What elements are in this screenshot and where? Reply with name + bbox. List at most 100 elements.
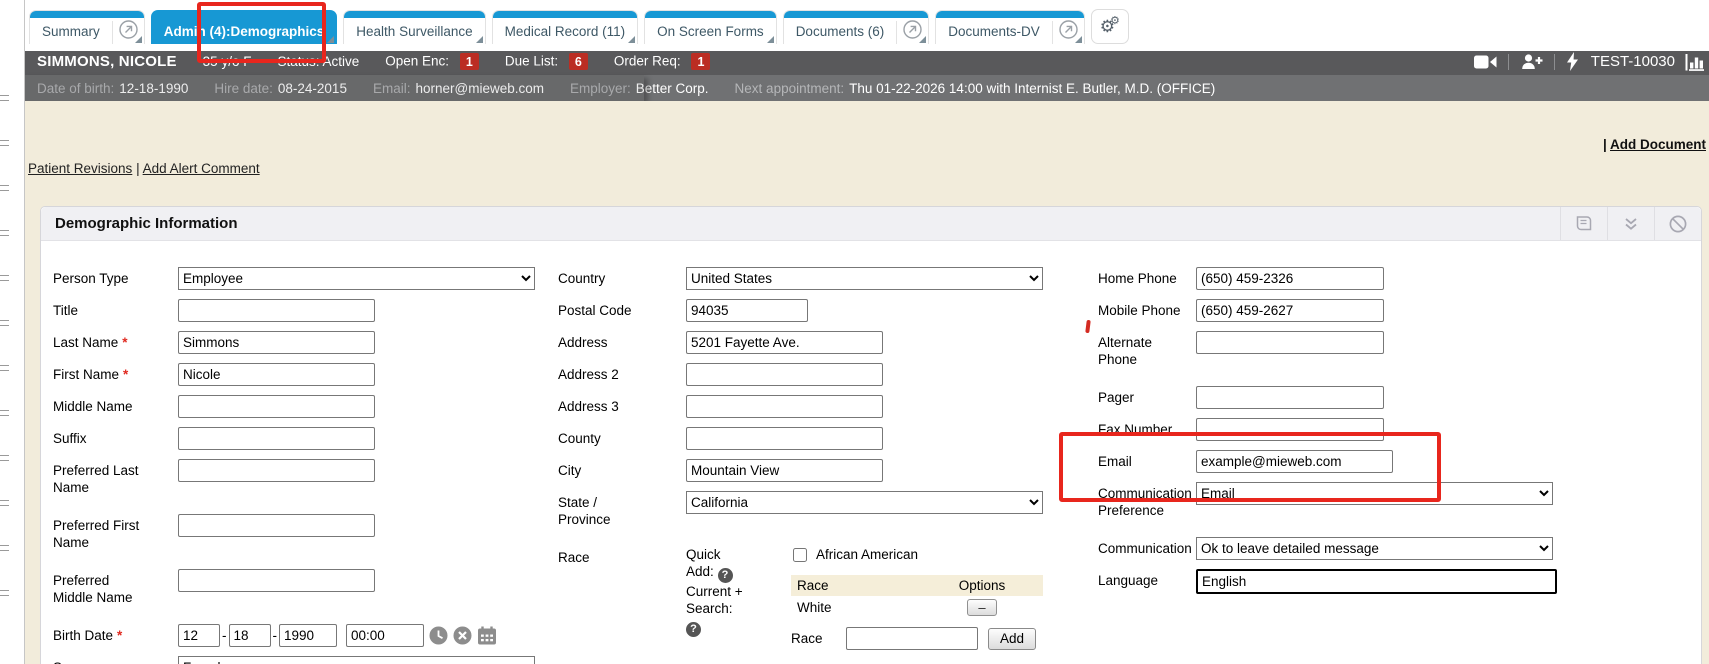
state-province-select[interactable]: California xyxy=(686,491,1043,514)
race-selection-area: African American Race Options White xyxy=(791,546,1053,650)
preferred-middle-name-input[interactable] xyxy=(178,569,375,592)
rail-tick xyxy=(0,230,9,236)
tab-documents-dv[interactable]: Documents-DV xyxy=(935,10,1085,44)
race-african-american-checkbox[interactable] xyxy=(793,548,807,562)
gear-icon-small: ⚙ xyxy=(1110,16,1120,27)
tab-summary[interactable]: Summary xyxy=(29,10,145,44)
print-book-icon[interactable] xyxy=(1560,207,1607,240)
order-req-indicator[interactable]: Order Req: 1 xyxy=(614,53,711,70)
next-appointment-value: Thu 01-22-2026 14:00 with Internist E. B… xyxy=(849,81,1215,96)
clear-date-icon[interactable] xyxy=(453,626,472,645)
race-checkbox-row: African American xyxy=(791,547,1053,562)
country-select[interactable]: United States xyxy=(686,267,1043,290)
language-input[interactable] xyxy=(1196,569,1557,594)
add-person-icon[interactable] xyxy=(1520,53,1543,70)
alternate-phone-input[interactable] xyxy=(1196,331,1384,354)
content-area: | Add Document Patient Revisions | Add A… xyxy=(24,101,1709,664)
race-cell: White xyxy=(791,596,921,619)
help-icon[interactable]: ? xyxy=(718,568,733,583)
first-name-input[interactable] xyxy=(178,363,375,386)
preferred-last-name-label: Preferred Last Name xyxy=(53,459,178,496)
tab-health-surveillance[interactable]: Health Surveillance xyxy=(343,10,485,44)
required-marker: * xyxy=(117,628,122,643)
patient-id: TEST-10030 xyxy=(1591,53,1675,70)
patient-revisions-link[interactable]: Patient Revisions xyxy=(28,161,132,176)
row-communication-preference: Communication Preference Email xyxy=(1098,482,1658,519)
birth-year-input[interactable] xyxy=(279,624,337,647)
rail-tick xyxy=(0,365,9,371)
city-input[interactable] xyxy=(686,459,883,482)
race-table-row: White – xyxy=(791,596,1043,619)
birth-time-input[interactable] xyxy=(346,624,424,647)
communication-preference-label: Communication Preference xyxy=(1098,482,1196,519)
row-preferred-middle-name: Preferred Middle Name xyxy=(53,569,558,606)
address2-input[interactable] xyxy=(686,363,883,386)
address3-input[interactable] xyxy=(686,395,883,418)
disable-panel-icon[interactable] xyxy=(1654,207,1701,240)
panel-title: Demographic Information xyxy=(41,215,238,232)
email-input[interactable] xyxy=(1196,450,1393,473)
communication-preference-select[interactable]: Email xyxy=(1196,482,1553,505)
time-picker-clock-icon[interactable] xyxy=(429,626,448,645)
video-camera-icon[interactable] xyxy=(1474,54,1497,70)
remove-race-button[interactable]: – xyxy=(967,599,997,616)
collapse-panel-icon[interactable] xyxy=(1607,207,1654,240)
mobile-phone-input[interactable] xyxy=(1196,299,1384,322)
tab-settings-button[interactable]: ⚙⚙ xyxy=(1091,9,1129,44)
title-input[interactable] xyxy=(178,299,375,322)
pager-input[interactable] xyxy=(1196,386,1384,409)
birth-date-label: Birth Date* xyxy=(53,624,178,644)
address-input[interactable] xyxy=(686,331,883,354)
fax-number-input[interactable] xyxy=(1196,418,1384,441)
preferred-last-name-input[interactable] xyxy=(178,459,375,482)
person-type-select[interactable]: Employee xyxy=(178,267,535,290)
email-value: horner@mieweb.com xyxy=(415,81,544,96)
flowsheet-chart-icon[interactable] xyxy=(1685,53,1707,71)
birth-day-input[interactable] xyxy=(229,624,271,647)
row-city: City xyxy=(558,459,1093,482)
race-search-input[interactable] xyxy=(846,627,978,650)
form-column-1: Person Type Employee Title Last Name* Fi… xyxy=(53,267,558,664)
race-quick-add-help: Quick Add: ? Current + Search: ? xyxy=(686,546,791,650)
hire-date-pair: Hire date:08-24-2015 xyxy=(214,81,347,96)
hire-date-label: Hire date: xyxy=(214,81,273,96)
panel-header: Demographic Information xyxy=(41,207,1701,241)
rail-tick xyxy=(0,185,9,191)
add-document-link[interactable]: Add Document xyxy=(1610,137,1706,152)
race-add-label: Race xyxy=(791,631,846,646)
open-enc-indicator[interactable]: Open Enc: 1 xyxy=(385,53,479,70)
communication-select[interactable]: Ok to leave detailed message xyxy=(1196,537,1553,560)
due-list-indicator[interactable]: Due List: 6 xyxy=(505,53,588,70)
preferred-first-name-input[interactable] xyxy=(178,514,375,537)
city-label: City xyxy=(558,459,686,479)
tab-medical-record[interactable]: Medical Record (11) xyxy=(492,10,639,44)
open-in-new-window-icon[interactable] xyxy=(897,11,928,44)
row-address: Address xyxy=(558,331,1093,354)
help-icon[interactable]: ? xyxy=(686,622,701,637)
calendar-picker-icon[interactable] xyxy=(477,626,497,645)
tab-admin-demographics[interactable]: Admin (4):Demographics xyxy=(151,10,338,44)
county-input[interactable] xyxy=(686,427,883,450)
last-name-input[interactable] xyxy=(178,331,375,354)
alternate-phone-label: Alternate Phone xyxy=(1098,331,1196,368)
suffix-input[interactable] xyxy=(178,427,375,450)
open-in-new-window-icon[interactable] xyxy=(1053,11,1084,44)
home-phone-input[interactable] xyxy=(1196,267,1384,290)
add-race-button[interactable]: Add xyxy=(988,628,1036,650)
tab-documents[interactable]: Documents (6) xyxy=(783,10,930,44)
birth-month-input[interactable] xyxy=(178,624,220,647)
next-appointment-label: Next appointment: xyxy=(735,81,845,96)
tab-on-screen-forms[interactable]: On Screen Forms xyxy=(644,10,777,44)
postal-code-input[interactable] xyxy=(686,299,808,322)
open-in-new-window-icon[interactable] xyxy=(113,11,144,44)
add-alert-comment-link[interactable]: Add Alert Comment xyxy=(143,161,260,176)
middle-name-input[interactable] xyxy=(178,395,375,418)
language-label: Language xyxy=(1098,569,1196,589)
quick-action-lightning-icon[interactable] xyxy=(1566,52,1579,71)
address2-label: Address 2 xyxy=(558,363,686,383)
dob-value: 12-18-1990 xyxy=(119,81,188,96)
row-preferred-last-name: Preferred Last Name xyxy=(53,459,558,496)
sex-select[interactable]: Female xyxy=(178,656,535,664)
row-fax-number: Fax Number xyxy=(1098,418,1658,441)
race-table-header-row: Race Options xyxy=(791,575,1043,596)
